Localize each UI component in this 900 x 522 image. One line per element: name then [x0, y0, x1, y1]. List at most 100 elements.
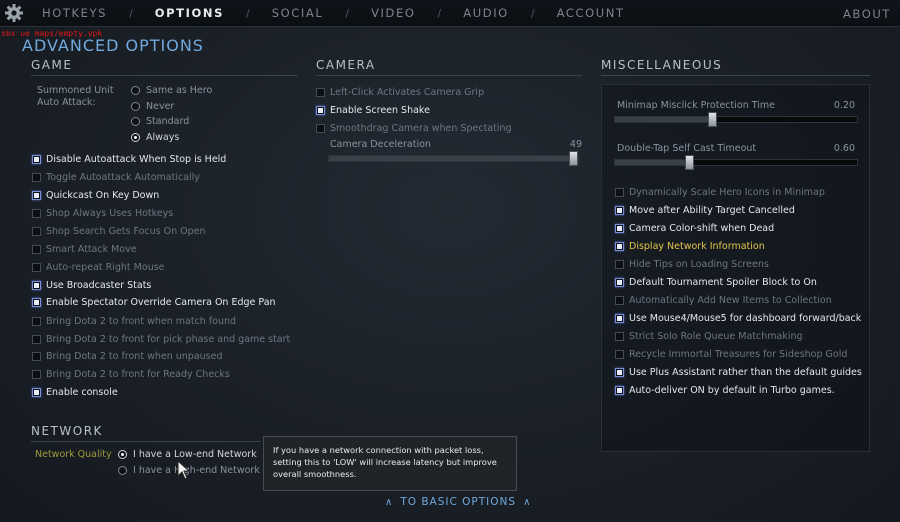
double-tap-timeout-slider[interactable]	[614, 155, 858, 170]
checkbox-disable-autoattack-stop[interactable]: Disable Autoattack When Stop is Held	[32, 154, 226, 165]
checkbox-strict-solo-role[interactable]: Strict Solo Role Queue Matchmaking	[615, 331, 803, 342]
camera-deceleration-slider[interactable]	[328, 151, 579, 166]
checkbox-smoothdrag-camera[interactable]: Smoothdrag Camera when Spectating	[316, 123, 512, 134]
tab-social[interactable]: SOCIAL	[272, 6, 324, 20]
to-basic-options-label: TO BASIC OPTIONS	[400, 496, 517, 508]
checkbox-move-after-cancel[interactable]: Move after Ability Target Cancelled	[615, 205, 795, 216]
tab-video[interactable]: VIDEO	[371, 6, 415, 20]
checkbox-label: Bring Dota 2 to front for Ready Checks	[46, 369, 230, 380]
checkbox-label: Use Mouse4/Mouse5 for dashboard forward/…	[629, 313, 862, 324]
checkbox-scale-hero-icons[interactable]: Dynamically Scale Hero Icons in Minimap	[615, 187, 825, 198]
checkbox-box	[32, 227, 41, 236]
checkbox-label: Smart Attack Move	[46, 244, 137, 255]
checkbox-left-click-camera-grip[interactable]: Left-Click Activates Camera Grip	[316, 87, 484, 98]
checkbox-auto-deliver-turbo[interactable]: Auto-deliver ON by default in Turbo game…	[615, 385, 835, 396]
page-title: ADVANCED OPTIONS	[22, 36, 204, 55]
network-section-title: NETWORK	[31, 424, 103, 438]
radio-indicator	[131, 117, 140, 126]
checkbox-front-match-found[interactable]: Bring Dota 2 to front when match found	[32, 316, 236, 327]
radio-always[interactable]: Always	[131, 132, 179, 143]
radio-standard[interactable]: Standard	[131, 116, 189, 127]
tab-audio[interactable]: AUDIO	[463, 6, 509, 20]
checkbox-shop-search-focus[interactable]: Shop Search Gets Focus On Open	[32, 226, 206, 237]
checkbox-box	[32, 317, 41, 326]
checkbox-label: Automatically Add New Items to Collectio…	[629, 295, 832, 306]
tab-hotkeys[interactable]: HOTKEYS	[42, 6, 107, 20]
slider-thumb[interactable]	[569, 151, 578, 166]
checkbox-box	[32, 155, 41, 164]
checkbox-box	[32, 388, 41, 397]
checkbox-spectator-edge-pan[interactable]: Enable Spectator Override Camera On Edge…	[32, 297, 276, 308]
checkbox-label: Camera Color-shift when Dead	[629, 223, 775, 234]
checkbox-front-pick-phase[interactable]: Bring Dota 2 to front for pick phase and…	[32, 334, 290, 345]
minimap-misclick-slider[interactable]	[614, 112, 858, 127]
checkbox-label: Auto-deliver ON by default in Turbo game…	[629, 385, 835, 396]
checkbox-quickcast-key-down[interactable]: Quickcast On Key Down	[32, 190, 159, 201]
checkbox-box	[316, 124, 325, 133]
checkbox-label: Shop Always Uses Hotkeys	[46, 208, 174, 219]
checkbox-label: Smoothdrag Camera when Spectating	[330, 123, 512, 134]
checkbox-box	[32, 352, 41, 361]
double-tap-timeout-value: 0.60	[833, 143, 855, 154]
slider-fill	[615, 160, 690, 165]
tab-separator: /	[129, 6, 133, 20]
checkbox-shop-hotkeys[interactable]: Shop Always Uses Hotkeys	[32, 208, 173, 219]
radio-low-end-network[interactable]: I have a Low-end Network	[118, 449, 257, 460]
checkbox-plus-assistant[interactable]: Use Plus Assistant rather than the defau…	[615, 367, 862, 378]
radio-label: I have a Low-end Network	[133, 449, 257, 460]
checkbox-mouse4-mouse5[interactable]: Use Mouse4/Mouse5 for dashboard forward/…	[615, 313, 861, 324]
checkbox-box	[615, 242, 624, 251]
camera-deceleration-value: 49	[569, 139, 582, 150]
checkbox-front-unpaused[interactable]: Bring Dota 2 to front when unpaused	[32, 351, 222, 362]
checkbox-smart-attack-move[interactable]: Smart Attack Move	[32, 244, 137, 255]
radio-label: Same as Hero	[146, 85, 213, 96]
checkbox-screen-shake[interactable]: Enable Screen Shake	[316, 105, 430, 116]
network-quality-tooltip: If you have a network connection with pa…	[263, 436, 517, 491]
checkbox-display-network-info[interactable]: Display Network Information	[615, 241, 765, 252]
slider-thumb[interactable]	[708, 112, 717, 127]
tab-account[interactable]: ACCOUNT	[557, 6, 625, 20]
radio-indicator	[118, 466, 127, 475]
checkbox-label: Display Network Information	[629, 241, 765, 252]
checkbox-box	[32, 191, 41, 200]
tab-separator: /	[437, 6, 442, 20]
checkbox-box	[615, 296, 624, 305]
radio-indicator	[131, 133, 140, 142]
radio-label: Never	[146, 101, 175, 112]
slider-thumb[interactable]	[685, 155, 694, 170]
radio-never[interactable]: Never	[131, 101, 174, 112]
tab-options[interactable]: OPTIONS	[155, 6, 224, 20]
checkbox-label: Shop Search Gets Focus On Open	[46, 226, 206, 237]
checkbox-enable-console[interactable]: Enable console	[32, 387, 118, 398]
checkbox-label: Left-Click Activates Camera Grip	[330, 87, 485, 98]
checkbox-toggle-autoattack[interactable]: Toggle Autoattack Automatically	[32, 172, 200, 183]
checkbox-label: Disable Autoattack When Stop is Held	[46, 154, 227, 165]
section-divider	[31, 75, 298, 76]
checkbox-label: Use Broadcaster Stats	[46, 280, 152, 291]
about-link[interactable]: ABOUT	[843, 7, 891, 21]
checkbox-auto-add-items[interactable]: Automatically Add New Items to Collectio…	[615, 295, 832, 306]
radio-label: Standard	[146, 116, 190, 127]
checkbox-box	[32, 263, 41, 272]
checkbox-label: Dynamically Scale Hero Icons in Minimap	[629, 187, 825, 198]
checkbox-box	[32, 281, 41, 290]
section-divider	[601, 75, 870, 76]
checkbox-recycle-immortal[interactable]: Recycle Immortal Treasures for Sideshop …	[615, 349, 847, 360]
to-basic-options-link[interactable]: ∧ TO BASIC OPTIONS ∧	[378, 496, 538, 508]
checkbox-label: Toggle Autoattack Automatically	[46, 172, 200, 183]
checkbox-label: Move after Ability Target Cancelled	[629, 205, 795, 216]
checkbox-hide-tips[interactable]: Hide Tips on Loading Screens	[615, 259, 769, 270]
section-divider	[316, 75, 582, 76]
checkbox-box	[615, 188, 624, 197]
checkbox-box	[32, 173, 41, 182]
gear-icon[interactable]	[4, 3, 24, 23]
slider-fill	[329, 156, 574, 161]
checkbox-auto-repeat-right-mouse[interactable]: Auto-repeat Right Mouse	[32, 262, 165, 273]
checkbox-box	[615, 278, 624, 287]
radio-same-as-hero[interactable]: Same as Hero	[131, 85, 212, 96]
checkbox-label: Quickcast On Key Down	[46, 190, 160, 201]
checkbox-broadcaster-stats[interactable]: Use Broadcaster Stats	[32, 280, 151, 291]
checkbox-tournament-spoiler-block[interactable]: Default Tournament Spoiler Block to On	[615, 277, 817, 288]
checkbox-front-ready-checks[interactable]: Bring Dota 2 to front for Ready Checks	[32, 369, 230, 380]
checkbox-camera-color-shift[interactable]: Camera Color-shift when Dead	[615, 223, 774, 234]
